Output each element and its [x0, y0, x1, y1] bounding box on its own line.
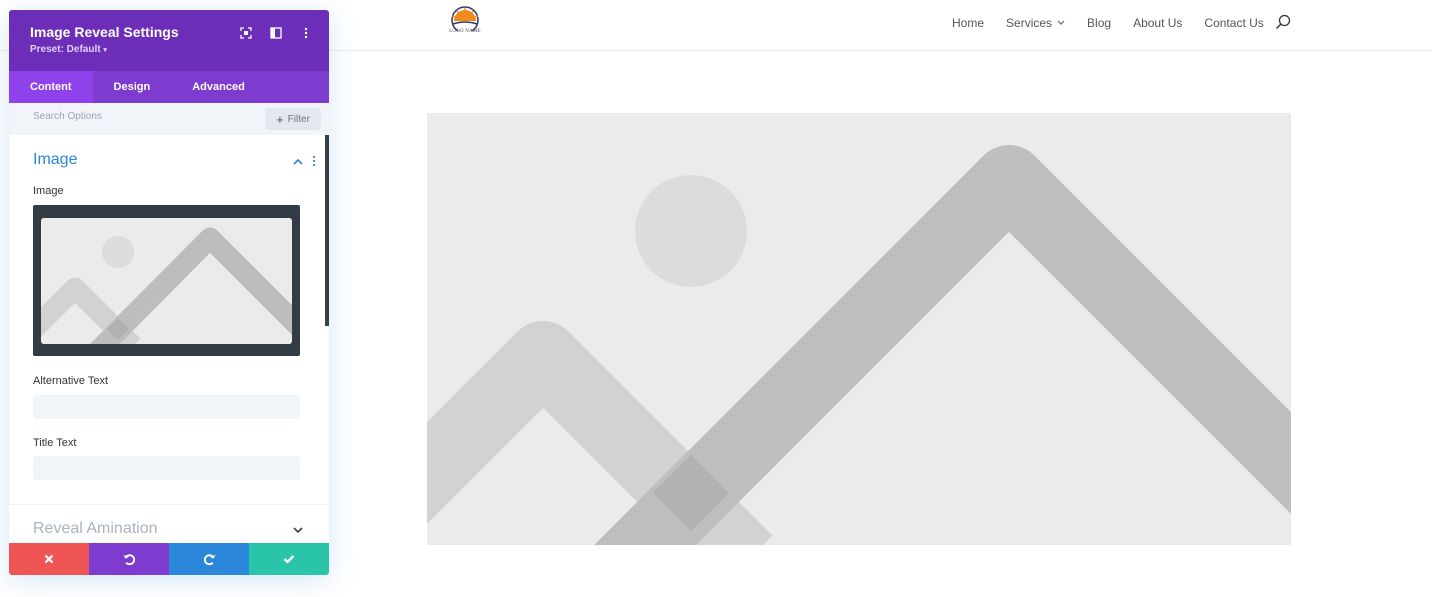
- main-nav: Home Services Blog About Us Contact Us: [952, 15, 1286, 31]
- search-options-input[interactable]: [33, 111, 233, 122]
- nav-label: About Us: [1133, 16, 1183, 30]
- nav-item-home[interactable]: Home: [952, 16, 984, 30]
- preset-label: Preset: Default: [30, 44, 101, 55]
- nav-label: Blog: [1087, 16, 1112, 30]
- tab-content[interactable]: Content: [9, 71, 93, 103]
- title-text-label: Title Text: [33, 437, 77, 449]
- panel-scrollbar[interactable]: [325, 135, 329, 326]
- alt-text-label: Alternative Text: [33, 375, 109, 387]
- chevron-down-icon[interactable]: [291, 523, 305, 537]
- close-icon: [44, 554, 54, 564]
- check-icon: [283, 555, 295, 564]
- logo-sun-icon: [451, 6, 479, 34]
- search-icon[interactable]: [1275, 14, 1291, 30]
- panel-action-bar: [9, 543, 329, 575]
- undo-button[interactable]: [89, 543, 169, 575]
- panel-tabs: Content Design Advanced: [9, 71, 329, 103]
- title-text-input[interactable]: [33, 456, 300, 480]
- undo-icon: [123, 553, 135, 565]
- more-vertical-icon[interactable]: [311, 154, 317, 168]
- filter-button[interactable]: + Filter: [265, 108, 321, 130]
- chevron-up-icon[interactable]: [291, 154, 305, 168]
- section-title-reveal-animation[interactable]: Reveal Amination: [33, 520, 158, 538]
- caret-down-icon: ▾: [103, 47, 107, 54]
- search-options-row: + Filter: [9, 103, 329, 135]
- header-icons: [239, 26, 313, 40]
- image-preview: [41, 218, 292, 344]
- panel-header[interactable]: Image Reveal Settings Preset: Default ▾: [9, 10, 329, 71]
- nav-label: Services: [1006, 16, 1053, 30]
- chevron-down-icon: [1057, 20, 1065, 25]
- nav-label: Home: [952, 16, 985, 30]
- nav-item-contact-us[interactable]: Contact Us: [1204, 16, 1263, 30]
- section-divider: [9, 504, 329, 505]
- image-placeholder[interactable]: [427, 113, 1291, 545]
- tab-advanced[interactable]: Advanced: [171, 71, 266, 103]
- logo-text: LOGO NAME: [449, 29, 481, 34]
- section-title-image[interactable]: Image: [33, 151, 77, 169]
- nav-item-services[interactable]: Services: [1006, 16, 1065, 30]
- filter-label: Filter: [287, 113, 310, 125]
- plus-icon: +: [276, 111, 284, 127]
- redo-icon: [203, 553, 215, 565]
- preset-selector[interactable]: Preset: Default ▾: [30, 44, 308, 55]
- site-logo[interactable]: LOGO NAME: [447, 5, 483, 39]
- nav-item-blog[interactable]: Blog: [1087, 16, 1111, 30]
- expand-icon[interactable]: [239, 26, 253, 40]
- alt-text-input[interactable]: [33, 395, 300, 419]
- save-button[interactable]: [249, 543, 329, 575]
- more-vertical-icon[interactable]: [299, 26, 313, 40]
- sidebar-toggle-icon[interactable]: [269, 26, 283, 40]
- panel-body: Image Image Alternative Text Title Text: [9, 135, 329, 543]
- discard-button[interactable]: [9, 543, 89, 575]
- tab-design[interactable]: Design: [93, 71, 172, 103]
- nav-label: Contact Us: [1204, 16, 1264, 30]
- nav-item-about-us[interactable]: About Us: [1133, 16, 1182, 30]
- placeholder-mountains-graphic: [427, 113, 1291, 545]
- settings-panel: Image Reveal Settings Preset: Default ▾ …: [9, 10, 329, 575]
- image-upload-preview[interactable]: [33, 205, 300, 356]
- redo-button[interactable]: [169, 543, 249, 575]
- placeholder-mountains-graphic: [41, 218, 292, 344]
- image-field-label: Image: [33, 185, 64, 197]
